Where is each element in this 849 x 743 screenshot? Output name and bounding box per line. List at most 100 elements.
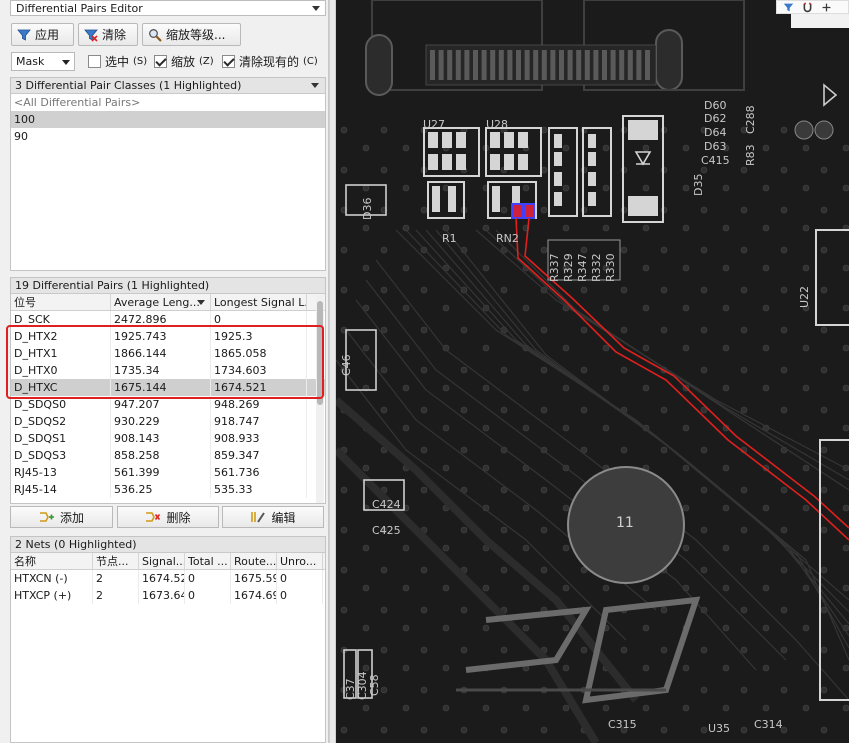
connector-pin — [524, 50, 530, 80]
filter-icon[interactable] — [783, 2, 794, 13]
mask-select[interactable]: Mask — [11, 52, 75, 71]
designator-c315: C315 — [608, 718, 637, 731]
checkbox-box[interactable] — [222, 55, 235, 68]
pcb-canvas[interactable]: U27 U28 R1 RN2 D36 D35 D60 D62 D64 D63 C… — [336, 0, 849, 743]
pair-longest-signal-cell: 859.347 — [211, 447, 307, 464]
connector-pin — [516, 50, 521, 80]
designator-c314: C314 — [754, 718, 783, 731]
pair-average-length-cell: 908.143 — [111, 430, 211, 447]
panel-splitter[interactable] — [329, 0, 336, 743]
apply-button[interactable]: 应用 — [11, 23, 74, 46]
connector-pin — [430, 50, 435, 80]
pair-designator-cell: RJ45-14 — [11, 481, 111, 498]
nets-column[interactable]: Route... — [231, 553, 277, 569]
add-icon[interactable] — [821, 2, 832, 13]
pair-row[interactable]: D_SDQS2 930.229 918.747 — [11, 413, 325, 430]
pair-row[interactable]: D_SDQS1 908.143 908.933 — [11, 430, 325, 447]
connector-pin — [455, 50, 461, 80]
connector-pin — [619, 50, 625, 80]
pair-row[interactable]: D_SDQS3 858.258 859.347 — [11, 447, 325, 464]
select-checkbox[interactable]: 选中 (S) — [88, 53, 147, 70]
delete-pair-button[interactable]: 删除 — [117, 506, 219, 528]
designator-c425: C425 — [372, 524, 401, 537]
clear-button[interactable]: 清除 — [78, 23, 138, 46]
edit-label: 编辑 — [271, 510, 296, 525]
pair-longest-signal-cell: 561.736 — [211, 464, 307, 481]
clear-label: 清除 — [102, 28, 127, 42]
connector-pin — [507, 50, 513, 80]
net-cell: 2 — [93, 570, 139, 587]
class-item[interactable]: 90 — [11, 128, 325, 145]
differential-pairs-panel: Differential Pairs Editor 应用 清除 缩放等级... — [0, 0, 329, 743]
net-cell: 1675.59 — [231, 570, 277, 587]
designator-d63: D63 — [704, 140, 727, 153]
panel-title-dropdown[interactable]: Differential Pairs Editor — [10, 0, 326, 16]
zoom-level-button[interactable]: 缩放等级... — [142, 23, 241, 46]
class-item[interactable]: <All Differential Pairs> — [11, 94, 325, 111]
connector-pin — [627, 50, 633, 80]
checkbox-box[interactable] — [88, 55, 101, 68]
connector-pin — [541, 50, 547, 80]
net-row[interactable]: HTXCN (-) 2 1674.52 0 1675.59 0 — [11, 570, 325, 587]
nets-column[interactable]: Total ... — [185, 553, 231, 569]
delete-label: 删除 — [166, 510, 191, 525]
net-cell: 1674.52 — [139, 570, 185, 587]
column-label: Longest Signal L... — [214, 295, 307, 309]
edit-pair-button[interactable]: 编辑 — [222, 506, 324, 528]
pair-designator-cell: D_SDQS1 — [11, 430, 111, 447]
clear-existing-checkbox[interactable]: 清除现有的 (C) — [222, 53, 318, 70]
net-cell: 2 — [93, 587, 139, 604]
pcb-artwork — [336, 0, 849, 743]
zoom-checkbox[interactable]: 缩放 (Z) — [154, 53, 214, 70]
net-cell: 0 — [185, 587, 231, 604]
add-pair-button[interactable]: 添加 — [10, 506, 113, 528]
pair-classes-title: 3 Differential Pair Classes (1 Highlight… — [15, 79, 242, 92]
checkbox-box[interactable] — [154, 55, 167, 68]
connector-pin — [593, 50, 599, 80]
pair-row[interactable]: RJ45-14 536.25 535.33 — [11, 481, 325, 498]
canvas-mini-toolbar — [776, 0, 849, 14]
chevron-down-icon[interactable] — [311, 83, 319, 88]
designator-u28: U28 — [486, 118, 509, 131]
net-cell: HTXCP (+) — [11, 587, 93, 604]
connector-pin — [464, 50, 470, 80]
apply-label: 应用 — [35, 28, 60, 42]
sort-desc-icon — [197, 300, 205, 305]
column-label: 位号 — [14, 296, 36, 309]
nets-column[interactable]: 节点... — [93, 553, 139, 569]
class-item[interactable]: 100 — [11, 111, 325, 128]
connector-pin — [559, 50, 564, 80]
nets-column[interactable]: Unro... — [277, 553, 323, 569]
zoom-level-label: 缩放等级... — [166, 28, 226, 42]
class-label: <All Differential Pairs> — [14, 96, 141, 109]
column-designator[interactable]: 位号 — [11, 294, 111, 310]
column-label: Average Leng... — [114, 295, 200, 309]
magnifier-icon — [149, 28, 162, 42]
connector-pin — [473, 50, 478, 80]
connector-pin — [533, 50, 539, 80]
clear-existing-label: 清除现有的 — [239, 55, 300, 69]
nets-column-header: 名称 节点... Signal... Total ... Route... Unro... — [11, 553, 325, 570]
designator-r347: R347 — [576, 253, 589, 282]
mask-select-value: Mask — [16, 55, 45, 68]
column-longest-signal[interactable]: Longest Signal L... — [211, 294, 307, 310]
pair-classes-list: 3 Differential Pair Classes (1 Highlight… — [10, 77, 326, 271]
select-shortcut: (S) — [133, 56, 148, 67]
select-checkbox-label: 选中 — [105, 55, 130, 69]
chevron-down-icon — [312, 6, 320, 11]
connector-pin — [576, 50, 582, 80]
highlight-annotation-box — [6, 325, 324, 399]
filter-icon — [17, 29, 31, 41]
magnet-icon[interactable] — [802, 2, 813, 13]
pair-average-length-cell: 536.25 — [111, 481, 211, 498]
nets-column[interactable]: Signal... — [139, 553, 185, 569]
pairs-header: 19 Differential Pairs (1 Highlighted) — [11, 278, 325, 294]
pair-row[interactable]: RJ45-13 561.399 561.736 — [11, 464, 325, 481]
connector-pin — [610, 50, 616, 80]
nets-column[interactable]: 名称 — [11, 553, 93, 569]
column-average-length[interactable]: Average Leng... — [111, 294, 211, 310]
net-row[interactable]: HTXCP (+) 2 1673.64 0 1674.69 0 — [11, 587, 325, 604]
net-cell: 1673.64 — [139, 587, 185, 604]
designator-d35: D35 — [692, 173, 705, 196]
nets-title: 2 Nets (0 Highlighted) — [15, 538, 137, 551]
